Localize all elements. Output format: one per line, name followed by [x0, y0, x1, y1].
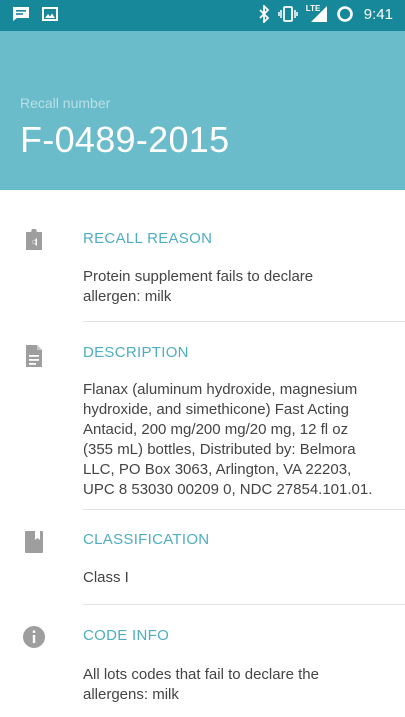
section-body: Flanax (aluminum hydroxide, magnesium hy… [83, 381, 373, 498]
vibrate-icon [278, 6, 298, 22]
section-recall-reason: RECALL REASON Protein supplement fails t… [0, 190, 405, 324]
recall-header: Recall number F-0489-2015 [0, 31, 405, 190]
section-body: All lots codes that fail to declare the … [83, 666, 319, 703]
section-title: DESCRIPTION [83, 344, 189, 361]
divider [83, 604, 405, 605]
section-body: Protein supplement fails to declare alle… [83, 268, 314, 305]
image-icon [42, 7, 58, 21]
status-time: 9:41 [363, 5, 393, 23]
section-title: CLASSIFICATION [83, 531, 210, 548]
info-icon [23, 626, 45, 648]
section-body: Class I [83, 569, 129, 586]
section-description: DESCRIPTION Flanax (aluminum hydroxide, … [0, 322, 405, 512]
status-bar: LTE 9:41 [0, 0, 405, 31]
book-icon [25, 531, 43, 553]
section-title: CODE INFO [83, 627, 170, 644]
lte-signal-icon: LTE [305, 4, 328, 23]
clipboard-arrow-icon [26, 229, 42, 250]
document-icon [26, 345, 42, 367]
recall-number-value: F-0489-2015 [20, 119, 230, 160]
lte-label: LTE [305, 4, 321, 13]
section-classification: CLASSIFICATION Class I [0, 510, 405, 608]
bluetooth-icon [259, 5, 270, 23]
section-code-info: CODE INFO All lots codes that fail to de… [0, 606, 405, 717]
sync-icon [336, 6, 353, 22]
recall-number-label: Recall number [20, 95, 111, 111]
chat-icon [13, 7, 29, 21]
section-title: RECALL REASON [83, 230, 213, 247]
